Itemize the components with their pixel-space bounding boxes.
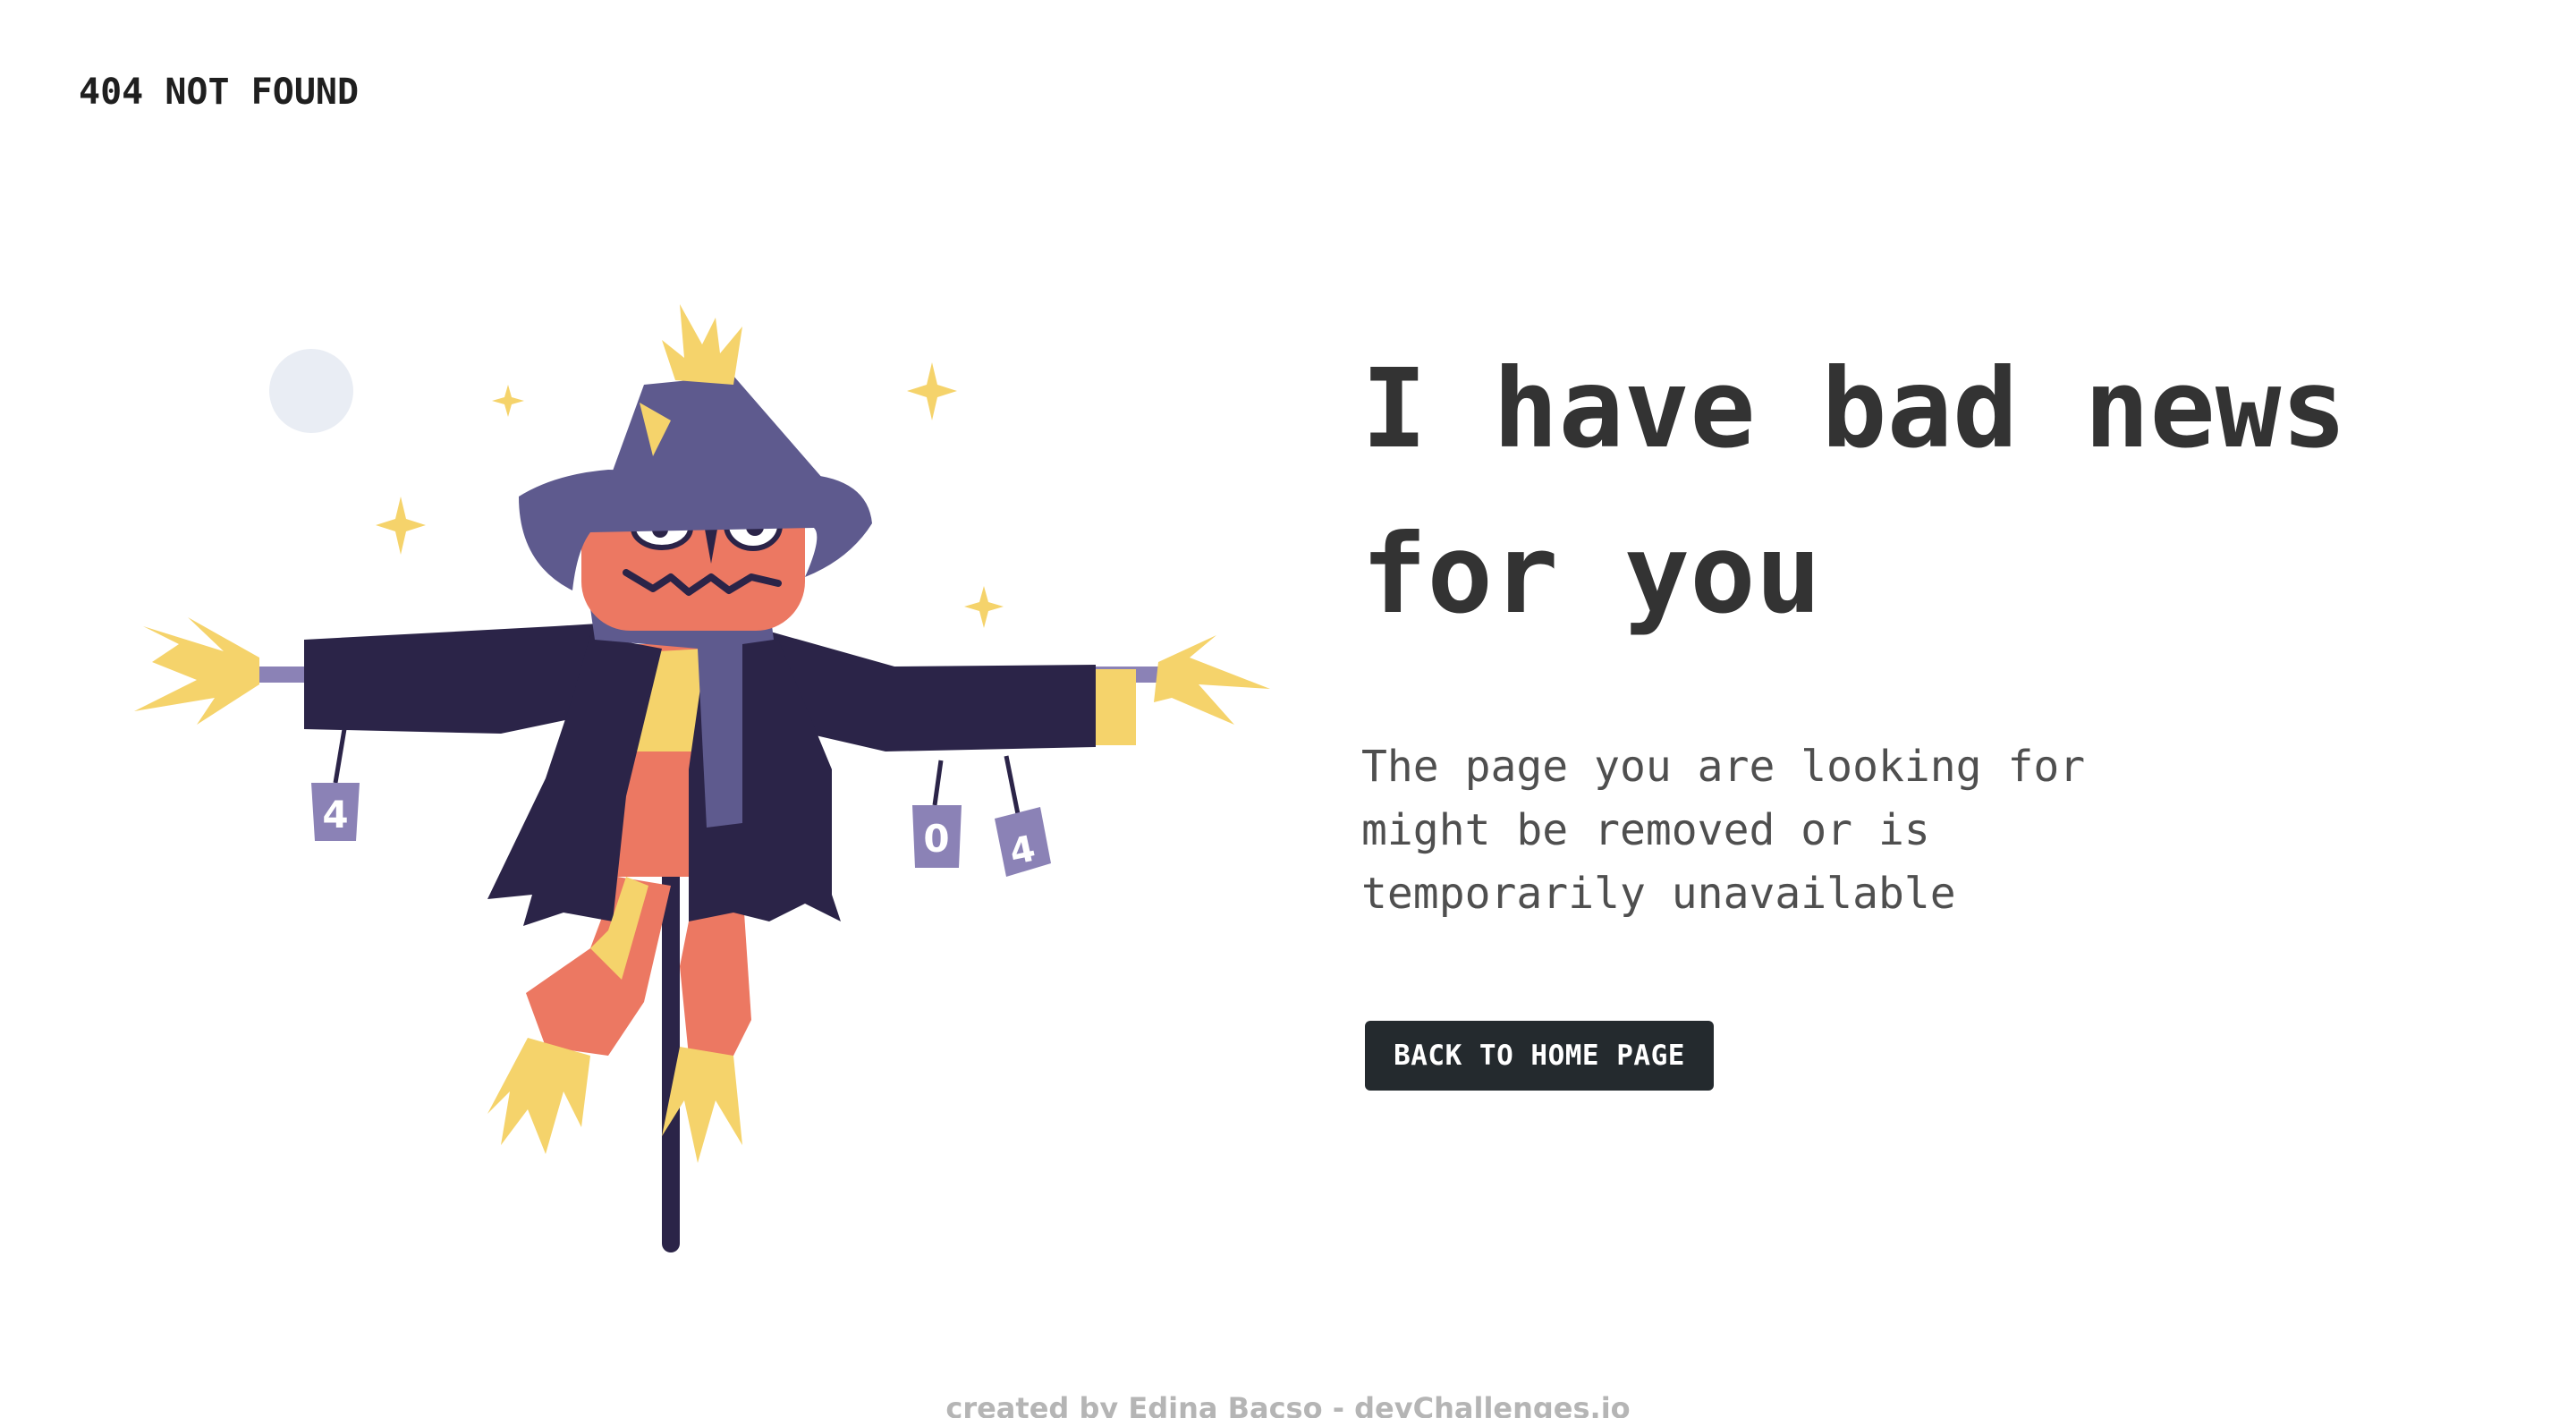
pole xyxy=(662,859,680,1252)
description-line: might be removed or is xyxy=(1361,805,1930,855)
headline-line: for you xyxy=(1361,511,1822,638)
scarecrow-illustration: 4 0 4 xyxy=(125,304,1279,1261)
can-label-1: 4 xyxy=(322,793,348,836)
headline-line: I have bad news xyxy=(1361,345,2347,472)
description-line: The page you are looking for xyxy=(1361,742,2086,792)
brand-title: 404 NOT FOUND xyxy=(79,72,360,113)
description: The page you are looking for might be re… xyxy=(1361,735,2166,926)
scarecrow-svg: 4 0 4 xyxy=(134,304,1270,1252)
description-line: temporarily unavailable xyxy=(1361,869,1956,919)
moon-shape xyxy=(269,349,353,433)
headline: I have bad news for you xyxy=(1361,327,2470,658)
back-to-home-button[interactable]: BACK TO HOME PAGE xyxy=(1365,1021,1714,1091)
can-label-2: 0 xyxy=(923,817,949,861)
footer-credit: created by Edina Bacso - devChallenges.i… xyxy=(945,1391,1631,1418)
